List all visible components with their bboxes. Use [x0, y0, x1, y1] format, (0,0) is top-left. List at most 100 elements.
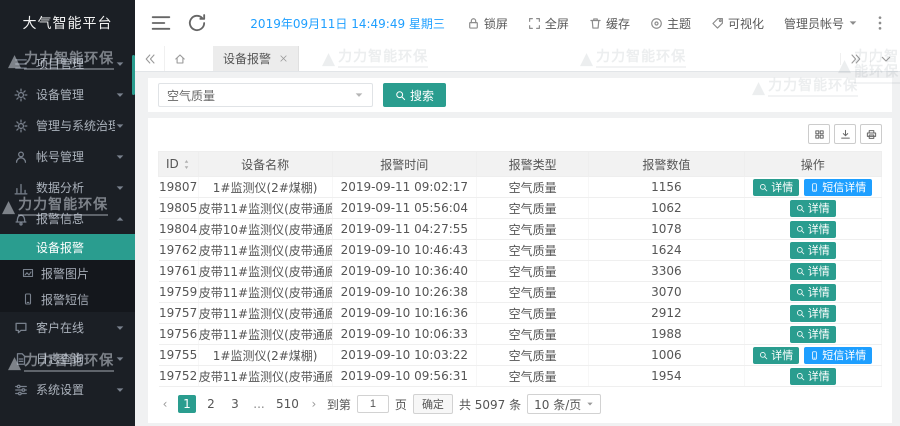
hamburger-icon[interactable]: [151, 13, 171, 33]
sort-icon[interactable]: [182, 159, 191, 170]
scroll-tabs-right-button[interactable]: [840, 53, 870, 65]
chevron-down-icon: [115, 59, 125, 69]
table-body: 198071#监测仪(2#煤棚)2019-09-11 09:02:17空气质量1…: [159, 177, 882, 387]
account-menu[interactable]: 管理员帐号: [784, 15, 858, 32]
search-button[interactable]: 搜索: [383, 83, 446, 107]
print-button[interactable]: [860, 124, 882, 144]
sidebar-item-label: 管理与系统治理: [36, 117, 115, 134]
sidebar-item[interactable]: 设备管理: [0, 79, 135, 110]
detail-button[interactable]: 详情: [753, 179, 799, 196]
refresh-icon[interactable]: [187, 13, 207, 33]
cell-type: 空气质量: [477, 198, 589, 219]
detail-button[interactable]: 详情: [790, 200, 836, 217]
tab-bar: 设备报警: [135, 46, 900, 72]
detail-button-label: 详情: [808, 284, 830, 300]
detail-button[interactable]: 详情: [790, 284, 836, 301]
sidebar-item[interactable]: 管理与系统治理: [0, 110, 135, 141]
file-icon: [14, 352, 28, 366]
sidebar-item[interactable]: 报警信息: [0, 203, 135, 234]
detail-button-label: 详情: [808, 200, 830, 216]
detail-button[interactable]: 详情: [790, 242, 836, 259]
cell-value: 1156: [589, 177, 744, 198]
cell-type: 空气质量: [477, 324, 589, 345]
image-icon: [22, 267, 34, 279]
header-menu-item[interactable]: 锁屏: [467, 15, 508, 32]
close-icon[interactable]: [279, 54, 288, 63]
sidebar-item[interactable]: 帐号管理: [0, 141, 135, 172]
header-menu-item[interactable]: 全屏: [528, 15, 569, 32]
page-size-select[interactable]: 10 条/页: [527, 394, 601, 414]
sidebar-submenu: 设备报警报警图片报警短信: [0, 234, 135, 312]
search-icon: [759, 183, 768, 192]
sidebar-subitem[interactable]: 报警图片: [0, 260, 135, 286]
alarm-type-select[interactable]: 空气质量: [158, 83, 373, 107]
goto-confirm-button[interactable]: 确定: [413, 394, 453, 414]
page-number-button[interactable]: 2: [202, 395, 220, 413]
prev-page-button[interactable]: ‹: [158, 397, 172, 411]
column-header-label: 报警类型: [509, 156, 557, 173]
column-header-label: 设备名称: [241, 156, 289, 173]
home-tab-button[interactable]: [165, 46, 195, 71]
sidebar-item[interactable]: 数据分析: [0, 172, 135, 203]
column-header: 报警类型: [477, 152, 589, 177]
grid-icon: [814, 129, 825, 140]
content-area: 空气质量 搜索 ID设备名称报警时间报警类型报警数值操作 198071#监测仪(…: [135, 72, 900, 426]
sidebar-item[interactable]: 日志查询: [0, 343, 135, 374]
cell-type: 空气质量: [477, 261, 589, 282]
sidebar-scrollbar[interactable]: [132, 55, 135, 95]
sidebar-item[interactable]: 客户在线: [0, 312, 135, 343]
search-icon: [796, 330, 805, 339]
sidebar-subitem[interactable]: 报警短信: [0, 286, 135, 312]
detail-button[interactable]: 详情: [790, 263, 836, 280]
cell-time: 2019-09-10 09:56:31: [332, 366, 477, 387]
header-menu-item[interactable]: 缓存: [589, 15, 630, 32]
cell-operations: 详情: [744, 198, 881, 219]
tab-options-button[interactable]: [870, 53, 900, 65]
detail-button[interactable]: 详情: [790, 368, 836, 385]
tag-icon: [711, 17, 724, 30]
detail-button[interactable]: 详情: [753, 347, 799, 364]
chevron-down-icon: [115, 152, 125, 162]
scroll-tabs-left-button[interactable]: [135, 46, 165, 71]
page-number-button[interactable]: 510: [274, 395, 301, 413]
bell-icon: [14, 212, 28, 226]
detail-button[interactable]: 详情: [790, 305, 836, 322]
cell-id: 19756: [159, 324, 199, 345]
header-menu-item[interactable]: 主题: [650, 15, 691, 32]
phone-icon: [810, 183, 819, 192]
column-header: 报警时间: [332, 152, 477, 177]
cell-operations: 详情: [744, 219, 881, 240]
detail-button[interactable]: 详情: [790, 326, 836, 343]
tab-device-alarm[interactable]: 设备报警: [213, 46, 299, 71]
header-menu: 锁屏 全屏 缓存 主题 可视化: [467, 15, 784, 32]
next-page-button[interactable]: ›: [307, 397, 321, 411]
table-toolbar: [158, 124, 882, 146]
page-number-button[interactable]: 3: [226, 395, 244, 413]
cell-type: 空气质量: [477, 303, 589, 324]
header-menu-item[interactable]: 可视化: [711, 15, 764, 32]
header-menu-label: 主题: [667, 15, 691, 32]
column-filter-button[interactable]: [808, 124, 830, 144]
export-button[interactable]: [834, 124, 856, 144]
table-row: 19761皮带11#监测仪(皮带通廊)2019-09-10 10:36:40空气…: [159, 261, 882, 282]
page-unit-label: 页: [395, 396, 407, 413]
cell-name: 皮带11#监测仪(皮带通廊): [198, 198, 332, 219]
detail-button[interactable]: 详情: [790, 221, 836, 238]
chevrons-left-icon: [144, 53, 156, 65]
page-number-button[interactable]: 1: [178, 395, 196, 413]
print-icon: [866, 129, 877, 140]
sidebar-item[interactable]: 系统设置: [0, 374, 135, 405]
cell-operations: 详情: [744, 240, 881, 261]
more-vertical-icon[interactable]: [872, 15, 888, 31]
sidebar-item[interactable]: 项目管理: [0, 48, 135, 79]
goto-page-input[interactable]: [357, 395, 389, 413]
search-icon: [796, 225, 805, 234]
sms-detail-button[interactable]: 短信详情: [804, 347, 872, 364]
table-row: 198071#监测仪(2#煤棚)2019-09-11 09:02:17空气质量1…: [159, 177, 882, 198]
sidebar-subitem[interactable]: 设备报警: [0, 234, 135, 260]
search-icon: [796, 267, 805, 276]
search-icon: [395, 90, 406, 101]
sms-detail-button[interactable]: 短信详情: [804, 179, 872, 196]
cell-type: 空气质量: [477, 366, 589, 387]
users-icon: [14, 150, 28, 164]
